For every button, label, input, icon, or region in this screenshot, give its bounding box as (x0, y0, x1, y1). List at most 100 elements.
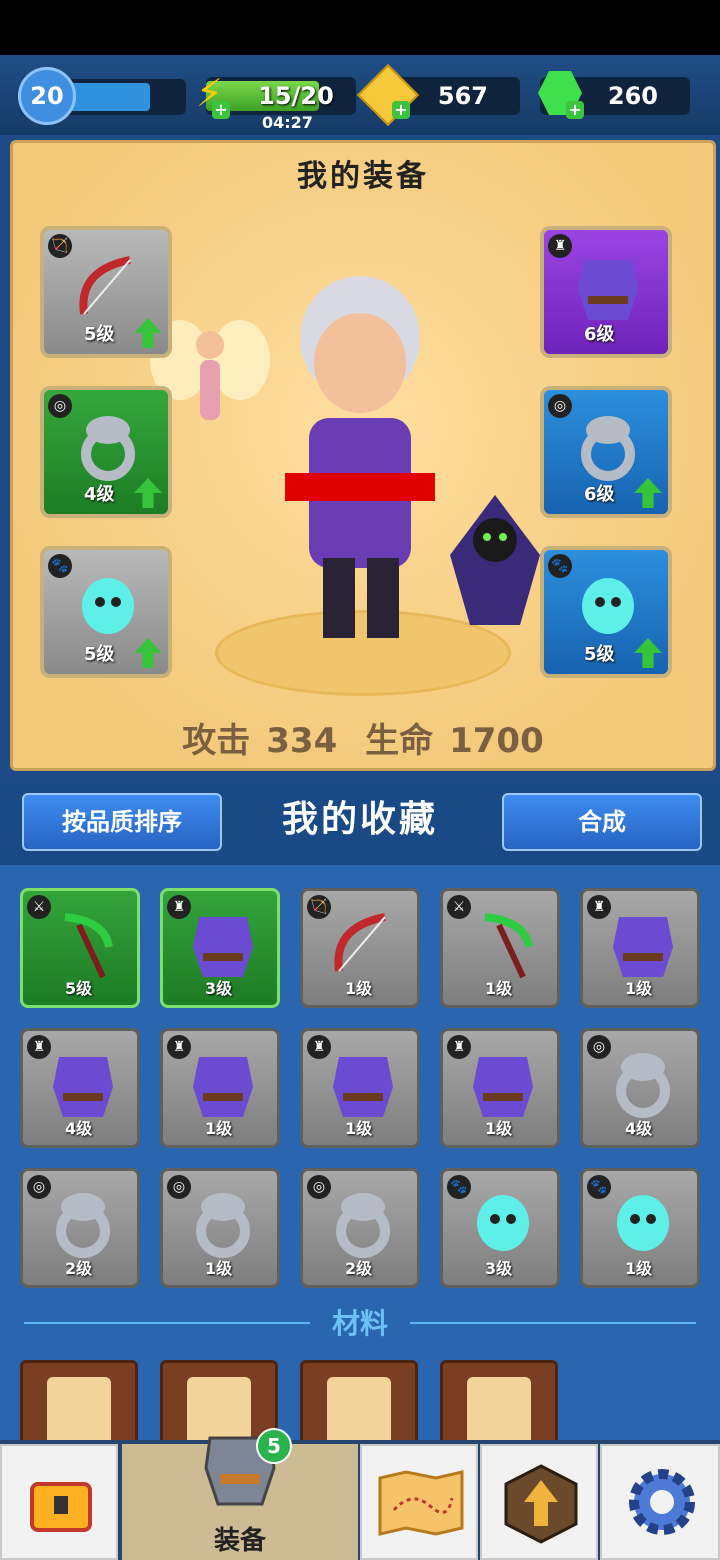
item-level: 6级 (584, 484, 615, 505)
bow-item-art (334, 913, 386, 972)
coin-value: 567 (437, 82, 488, 110)
collection-item[interactable]: ♜ 4级 (20, 1028, 140, 1148)
item-level: 3级 (205, 979, 233, 998)
armor-item-art (53, 1057, 113, 1117)
armor-item-art (193, 917, 253, 977)
item-level: 4级 (625, 1119, 653, 1138)
pet-item-art (82, 578, 134, 634)
collection-item[interactable]: ◎ 4级 (580, 1028, 700, 1148)
bottom-nav: 装备 (0, 1436, 720, 1560)
item-level: 1级 (345, 979, 373, 998)
upgrade-arrow-icon (504, 1464, 578, 1544)
collection-item[interactable]: ⚔ 5级 (20, 888, 140, 1008)
armor-item-art (193, 1057, 253, 1117)
ring-icon: ◎ (548, 394, 572, 418)
nav-shop[interactable] (0, 1444, 118, 1560)
stats-row: 攻击 334 生命 1700 (13, 713, 713, 762)
equip-slot-left-3[interactable]: 🐾 5级 (40, 546, 172, 678)
attack-label: 攻击 (182, 721, 251, 761)
item-level: 2级 (345, 1259, 373, 1278)
energy-value: 15/20 (258, 82, 334, 110)
attack-value: 334 (266, 721, 338, 761)
collection-item[interactable]: ⚔ 1级 (440, 888, 560, 1008)
gem-value: 260 (607, 82, 658, 110)
equip-slot-left-2[interactable]: ◎ 4级 (40, 386, 172, 518)
collection-item[interactable]: ♜ 1级 (160, 1028, 280, 1148)
item-level: 1级 (485, 979, 513, 998)
materials-title: 材料 (310, 1304, 410, 1344)
ring-item-art (336, 1193, 390, 1258)
equip-slot-left-1[interactable]: 🏹 5级 (40, 226, 172, 358)
xp-bar (66, 79, 186, 115)
ring-item-art (616, 1053, 670, 1118)
collection-title: 我的收藏 (281, 799, 438, 840)
item-level: 1级 (625, 1259, 653, 1278)
ring-item-art (56, 1193, 110, 1258)
ring-item-art (196, 1193, 250, 1258)
nav-upgrade[interactable] (480, 1444, 598, 1560)
item-level: 3级 (485, 1259, 513, 1278)
add-coins-icon[interactable]: + (392, 101, 410, 119)
energy-timer: 04:27 (262, 113, 313, 132)
collection-item[interactable]: ◎ 2级 (20, 1168, 140, 1288)
map-icon (378, 1470, 464, 1536)
collection-item[interactable]: 🐾 1级 (580, 1168, 700, 1288)
equip-slot-right-3[interactable]: 🐾 5级 (540, 546, 672, 678)
equip-slot-right-2[interactable]: ◎ 6级 (540, 386, 672, 518)
weapon-item-art (64, 913, 113, 979)
treasure-chest-icon (30, 1482, 92, 1532)
collection-item[interactable]: ♜ 1级 (580, 888, 700, 1008)
bow-icon: 🏹 (48, 234, 72, 258)
item-level: 1级 (625, 979, 653, 998)
item-level: 1级 (205, 1119, 233, 1138)
armor-item-art (613, 917, 673, 977)
ghost-pet (450, 495, 540, 625)
collection-item[interactable]: ♜ 1级 (440, 1028, 560, 1148)
armor-item-art (333, 1057, 393, 1117)
nav-equipment[interactable]: 装备 (122, 1436, 358, 1560)
item-level: 5级 (84, 324, 115, 345)
item-level: 2级 (65, 1259, 93, 1278)
sort-by-quality-button[interactable]: 按品质排序 (22, 793, 222, 851)
item-level: 5级 (65, 979, 93, 998)
collection-item[interactable]: ◎ 2级 (300, 1168, 420, 1288)
armor-item-art (578, 260, 638, 320)
collection-item[interactable]: 🏹 1级 (300, 888, 420, 1008)
top-status-bar: 20 15/20 ⚡ + 04:27 567 + 260 + (0, 55, 720, 135)
gear-icon (629, 1469, 695, 1535)
hp-value: 1700 (449, 721, 544, 761)
xp-fill (66, 83, 150, 111)
pet-item-art (582, 578, 634, 634)
item-level: 5级 (584, 644, 615, 665)
item-level: 4级 (65, 1119, 93, 1138)
collection-header: 按品质排序 我的收藏 合成 (0, 785, 720, 865)
nav-equipment-label: 装备 (213, 1526, 266, 1556)
nav-map[interactable] (360, 1444, 478, 1560)
equipment-title: 我的装备 (297, 159, 429, 194)
ring-item-art (81, 416, 135, 481)
item-level: 4级 (84, 484, 115, 505)
pet-item-art (477, 1195, 529, 1251)
hero-character[interactable] (285, 268, 435, 658)
collection-item[interactable]: ♜ 1级 (300, 1028, 420, 1148)
collection-item[interactable]: ♜ 3级 (160, 888, 280, 1008)
weapon-item-art (484, 913, 533, 979)
hp-label: 生命 (365, 721, 434, 761)
pet-icon: 🐾 (48, 554, 72, 578)
add-gems-icon[interactable]: + (566, 101, 584, 119)
player-level-badge[interactable]: 20 (18, 67, 76, 125)
equip-slot-right-1[interactable]: ♜ 6级 (540, 226, 672, 358)
nav-settings[interactable] (600, 1444, 720, 1560)
pet-icon: 🐾 (548, 554, 572, 578)
item-level: 1级 (205, 1259, 233, 1278)
equipment-badge: 5 (256, 1428, 292, 1464)
collection-item[interactable]: 🐾 3级 (440, 1168, 560, 1288)
item-level: 1级 (485, 1119, 513, 1138)
add-energy-icon[interactable]: + (212, 101, 230, 119)
coin-icon (356, 63, 420, 127)
pet-item-art (617, 1195, 669, 1251)
item-level: 5级 (84, 644, 115, 665)
collection-item[interactable]: ◎ 1级 (160, 1168, 280, 1288)
armor-icon: ♜ (548, 234, 572, 258)
merge-button[interactable]: 合成 (502, 793, 702, 851)
